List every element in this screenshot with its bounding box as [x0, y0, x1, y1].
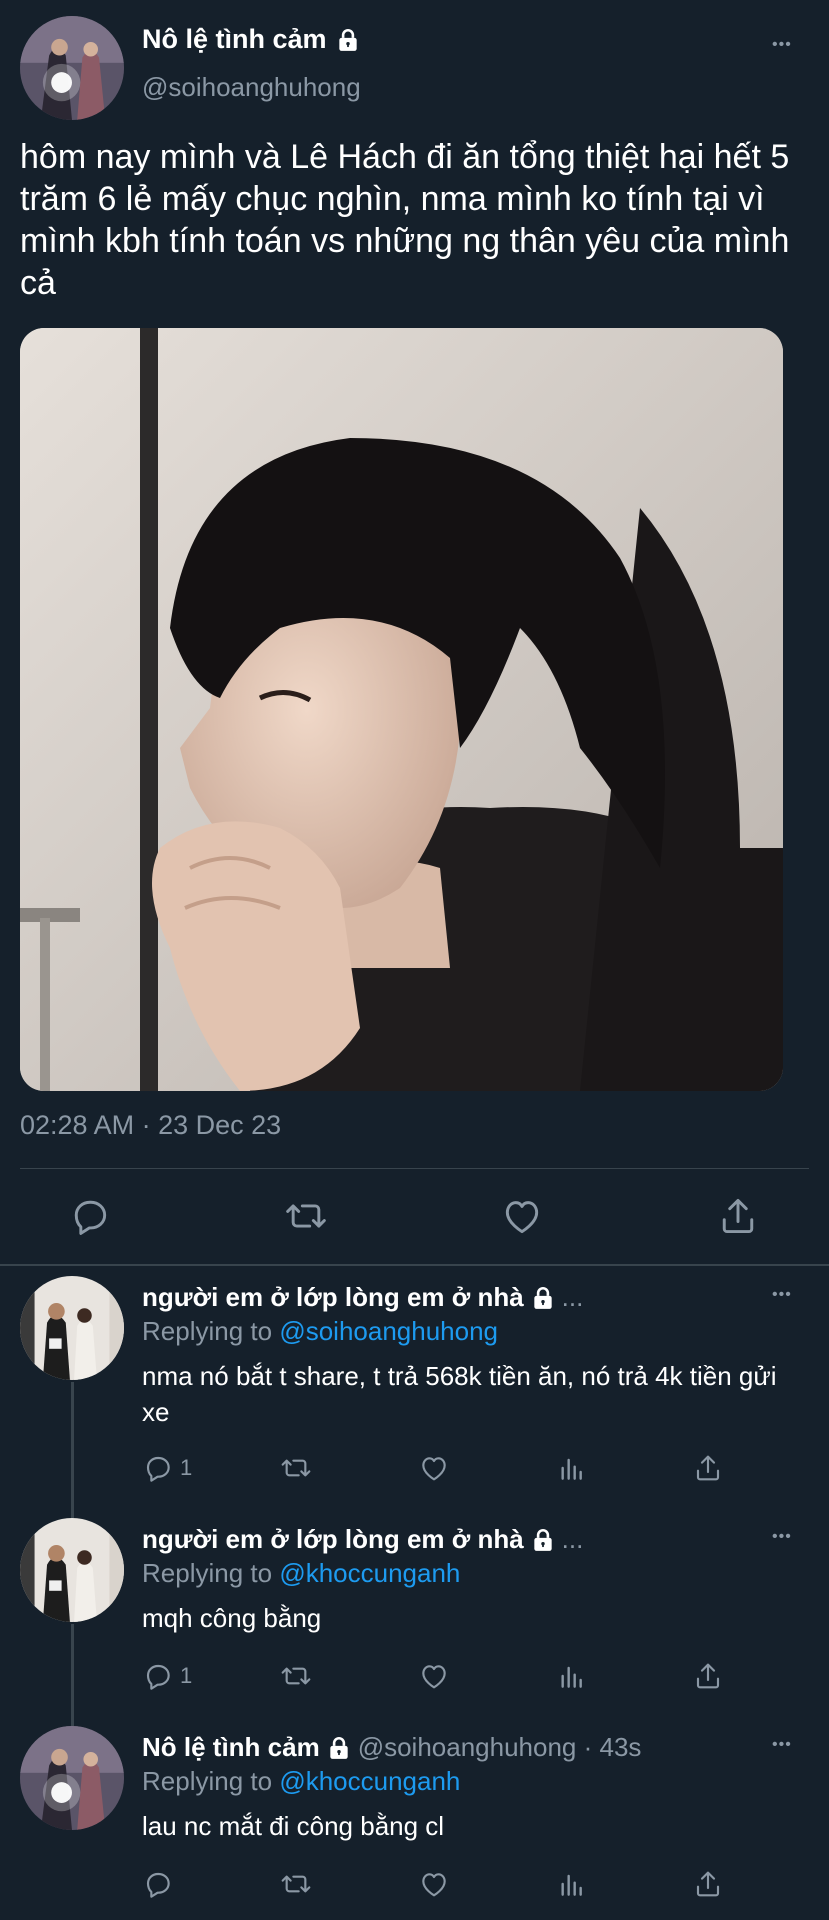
reply-count: 1 [180, 1455, 193, 1480]
divider [20, 1168, 809, 1169]
replying-prefix: Replying to [142, 1558, 273, 1588]
reply-avatar[interactable] [20, 1726, 124, 1830]
reply-handle-time: @soihoanghuhong · 43s [357, 1732, 642, 1762]
reply-author[interactable]: người em ở lớp lòng em ở nhà ... [142, 1282, 583, 1313]
tweet-text: hôm nay mình và Lê Hách đi ăn tổng thiệt… [20, 138, 790, 302]
analytics-icon [556, 1868, 588, 1900]
reply-author-name: người em ở lớp lòng em ở nhà [142, 1282, 524, 1312]
reply-author-name: người em ở lớp lòng em ở nhà [142, 1524, 524, 1554]
reply-count: 1 [180, 1663, 193, 1688]
like-icon [418, 1660, 450, 1692]
replying-handle-link[interactable]: @soihoanghuhong [279, 1316, 498, 1346]
like-button[interactable] [418, 1660, 450, 1692]
thread-line [71, 1624, 74, 1732]
reply-author[interactable]: người em ở lớp lòng em ở nhà ... [142, 1524, 583, 1555]
reply-text: lau nc mắt đi công bằng cl [142, 1811, 445, 1841]
like-button[interactable] [418, 1868, 450, 1900]
retweet-button[interactable] [280, 1452, 312, 1484]
reply-avatar[interactable] [20, 1276, 124, 1380]
reply-button[interactable]: 1 [142, 1452, 192, 1484]
retweet-icon [280, 1452, 312, 1484]
reply-icon [142, 1452, 174, 1484]
lock-icon [530, 1527, 556, 1553]
author-name-text: Nô lệ tình cảm [142, 24, 327, 54]
more-icon[interactable]: ••• [772, 1736, 792, 1754]
lock-icon [530, 1285, 556, 1311]
section-divider [0, 1264, 829, 1266]
lock-icon [335, 27, 361, 53]
replying-to: Replying to @khoccunganh [142, 1558, 460, 1589]
retweet-icon [280, 1660, 312, 1692]
reply-avatar[interactable] [20, 1518, 124, 1622]
reply-text: nma nó bắt t share, t trả 568k tiền ăn, … [142, 1361, 777, 1427]
author-name[interactable]: Nô lệ tình cảm [142, 24, 361, 55]
share-icon [692, 1660, 724, 1692]
reply-text: mqh công bằng [142, 1603, 322, 1633]
reply-button[interactable] [142, 1868, 174, 1900]
truncation-ellipsis: ... [561, 1282, 584, 1312]
like-button[interactable] [418, 1452, 450, 1484]
share-button[interactable] [692, 1452, 724, 1484]
replying-to: Replying to @khoccunganh [142, 1766, 460, 1797]
share-button[interactable] [692, 1660, 724, 1692]
retweet-button[interactable] [280, 1660, 312, 1692]
like-icon [418, 1868, 450, 1900]
share-icon[interactable] [716, 1194, 760, 1238]
analytics-button[interactable] [556, 1452, 588, 1484]
analytics-icon [556, 1452, 588, 1484]
tweet-photo[interactable] [20, 328, 783, 1091]
replying-prefix: Replying to [142, 1316, 273, 1346]
more-icon[interactable]: ••• [772, 1528, 792, 1546]
reply-icon [142, 1660, 174, 1692]
truncation-ellipsis: ... [561, 1524, 584, 1554]
retweet-button[interactable] [280, 1868, 312, 1900]
reply-author[interactable]: Nô lệ tình cảm @soihoanghuhong · 43s [142, 1732, 641, 1763]
reply-icon [142, 1868, 174, 1900]
replying-to: Replying to @soihoanghuhong [142, 1316, 498, 1347]
share-icon [692, 1452, 724, 1484]
analytics-icon [556, 1660, 588, 1692]
replying-handle-link[interactable]: @khoccunganh [279, 1558, 460, 1588]
reply-author-name: Nô lệ tình cảm [142, 1732, 320, 1762]
thread-line [71, 1382, 74, 1522]
reply-button[interactable]: 1 [142, 1660, 192, 1692]
like-icon[interactable] [500, 1194, 544, 1238]
author-handle[interactable]: @soihoanghuhong [142, 72, 361, 103]
replying-handle-link[interactable]: @khoccunganh [279, 1766, 460, 1796]
replying-prefix: Replying to [142, 1766, 273, 1796]
author-avatar[interactable] [20, 16, 124, 120]
share-button[interactable] [692, 1868, 724, 1900]
lock-icon [326, 1735, 352, 1761]
more-icon[interactable]: ••• [772, 36, 792, 54]
more-icon[interactable]: ••• [772, 1286, 792, 1304]
share-icon [692, 1868, 724, 1900]
retweet-icon [280, 1868, 312, 1900]
reply-icon[interactable] [68, 1194, 112, 1238]
analytics-button[interactable] [556, 1868, 588, 1900]
analytics-button[interactable] [556, 1660, 588, 1692]
like-icon [418, 1452, 450, 1484]
retweet-icon[interactable] [284, 1194, 328, 1238]
tweet-timestamp[interactable]: 02:28 AM · 23 Dec 23 [20, 1110, 281, 1141]
